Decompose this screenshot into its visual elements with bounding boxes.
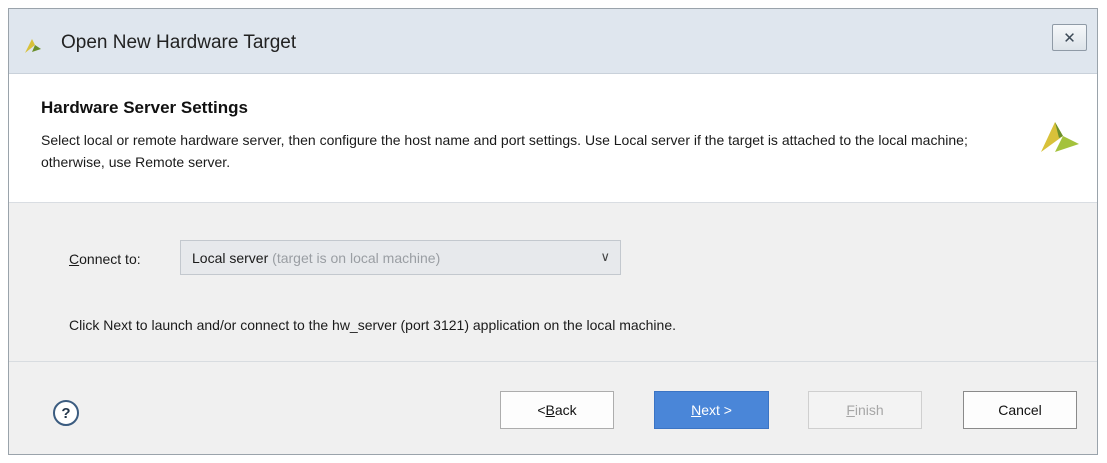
back-button-mnemonic: B: [545, 402, 555, 418]
xilinx-logo-icon: [1041, 122, 1079, 152]
connect-to-mnemonic: C: [69, 251, 80, 267]
page-title: Hardware Server Settings: [41, 98, 248, 117]
help-icon: ?: [61, 404, 71, 422]
back-button-prefix: <: [537, 402, 546, 418]
dropdown-selected-value: Local server (target is on local machine…: [192, 250, 440, 266]
next-button-mnemonic: N: [691, 402, 702, 418]
wizard-header: Hardware Server Settings Select local or…: [9, 74, 1097, 203]
back-button[interactable]: < Back: [500, 391, 614, 429]
window-title: Open New Hardware Target: [61, 32, 297, 53]
finish-button-mnemonic: F: [846, 402, 855, 418]
back-button-label: ack: [554, 402, 577, 418]
close-button[interactable]: ✕: [1052, 24, 1087, 51]
chevron-down-icon: ∨: [600, 249, 610, 264]
connect-to-label: Connect to:: [69, 251, 141, 267]
selected-option-text: Local server: [192, 250, 269, 266]
close-icon: ✕: [1063, 29, 1076, 47]
wizard-footer: ? < Back Next > Finish Cancel: [9, 362, 1097, 454]
next-button-label: ext >: [701, 402, 732, 418]
help-button[interactable]: ?: [53, 400, 79, 426]
selected-option-hint: (target is on local machine): [272, 250, 441, 266]
title-bar[interactable]: Open New Hardware Target ✕: [9, 9, 1097, 74]
open-new-hardware-target-dialog: Open New Hardware Target ✕ Hardware Serv…: [8, 8, 1098, 455]
xilinx-logo-icon: [25, 39, 41, 53]
settings-panel: Connect to: Local server (target is on l…: [9, 203, 1097, 362]
finish-button[interactable]: Finish: [808, 391, 922, 429]
cancel-button[interactable]: Cancel: [963, 391, 1077, 429]
connect-to-label-text: onnect to:: [79, 251, 141, 267]
connect-to-dropdown[interactable]: Local server (target is on local machine…: [180, 240, 621, 275]
next-button[interactable]: Next >: [654, 391, 769, 429]
connection-info-text: Click Next to launch and/or connect to t…: [69, 317, 677, 333]
finish-button-label: inish: [854, 402, 884, 418]
page-description: Select local or remote hardware server, …: [41, 132, 968, 170]
